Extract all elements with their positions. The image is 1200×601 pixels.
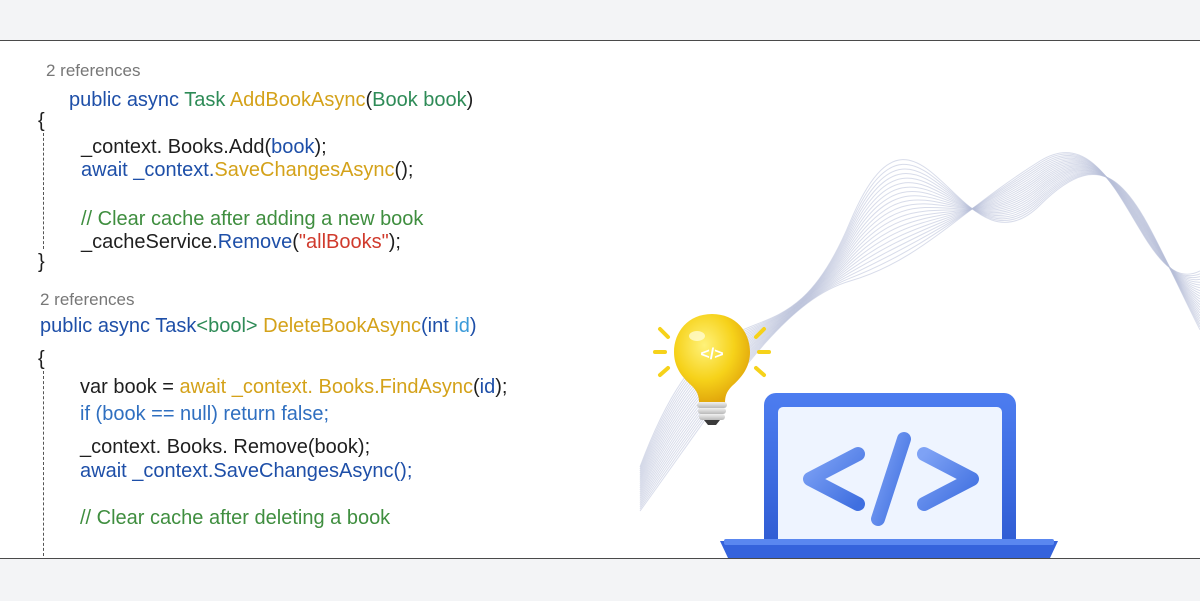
top-bar: [0, 0, 1200, 41]
bottom-bar: [0, 558, 1200, 601]
content-canvas: 2 references public async Task AddBookAs…: [0, 41, 1200, 558]
laptop-code-icon: [720, 393, 1058, 558]
